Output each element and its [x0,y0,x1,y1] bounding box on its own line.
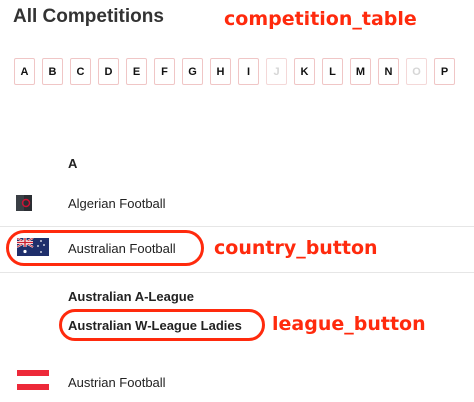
letter-filter-i[interactable]: I [238,58,259,85]
row-divider [0,226,474,227]
letter-filter-m[interactable]: M [350,58,371,85]
austria-flag-icon [17,370,49,390]
row-divider [0,272,474,273]
country-label-algeria: Algerian Football [68,196,166,211]
letter-filter-k[interactable]: K [294,58,315,85]
letter-filter-n[interactable]: N [378,58,399,85]
letter-filter-f[interactable]: F [154,58,175,85]
letter-filter-e[interactable]: E [126,58,147,85]
letter-filter-c[interactable]: C [70,58,91,85]
letter-filter-g[interactable]: G [182,58,203,85]
letter-filter-h[interactable]: H [210,58,231,85]
letter-filter-l[interactable]: L [322,58,343,85]
letter-filter-d[interactable]: D [98,58,119,85]
country-label-austria: Austrian Football [68,375,166,390]
league-button-highlight [59,309,265,341]
letter-filter-p[interactable]: P [434,58,455,85]
competition-table-annotation: competition_table [224,8,417,30]
letter-filter-a[interactable]: A [14,58,35,85]
alphabet-filter-bar: ABCDEFGHIJKLMNOP [14,58,474,88]
page-title: All Competitions [13,6,164,27]
letter-filter-j: J [266,58,287,85]
country-button-annotation: country_button [214,237,378,259]
country-button-highlight [6,230,204,266]
league-button-annotation: league_button [272,313,426,335]
algeria-flag-icon [16,195,32,211]
letter-filter-b[interactable]: B [42,58,63,85]
letter-filter-o: O [406,58,427,85]
league-item-a-league[interactable]: Australian A-League [68,289,194,304]
section-header-a: A [68,156,78,171]
